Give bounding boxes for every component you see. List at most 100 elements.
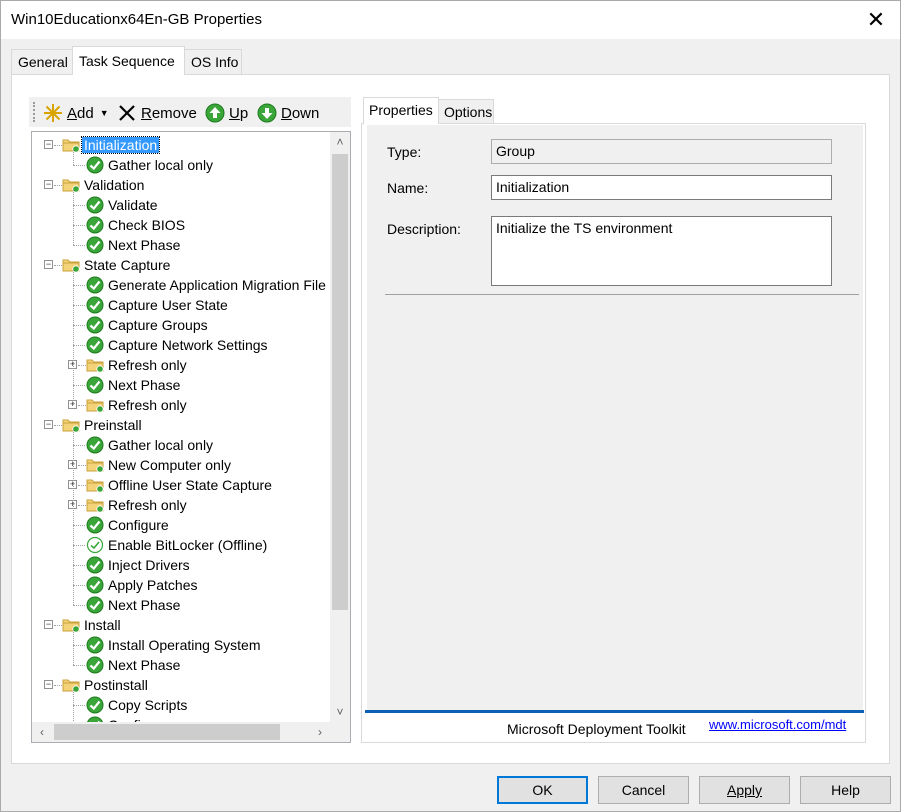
- tree-horizontal-scrollbar[interactable]: ‹ ›: [32, 722, 330, 742]
- scroll-right-icon[interactable]: ›: [310, 722, 330, 742]
- tree-step-item[interactable]: Validate: [86, 195, 160, 215]
- add-star-icon: [43, 103, 63, 123]
- tree-group-item[interactable]: New Computer only: [86, 455, 233, 475]
- tree-connector: [54, 425, 62, 426]
- tree-item-label: Inject Drivers: [108, 557, 190, 573]
- tree-step-item[interactable]: Capture User State: [86, 295, 230, 315]
- tree-item-label: Gather local only: [108, 157, 214, 173]
- collapse-toggle-icon[interactable]: −: [44, 620, 53, 629]
- collapse-toggle-icon[interactable]: −: [44, 420, 53, 429]
- apply-label: Apply: [726, 782, 763, 798]
- tree-step-item[interactable]: Configure: [86, 515, 171, 535]
- tree-step-item[interactable]: Generate Application Migration File: [86, 275, 328, 295]
- remove-button[interactable]: Remove: [117, 102, 197, 124]
- tree-item-label: Check BIOS: [108, 217, 186, 233]
- footer-link[interactable]: www.microsoft.com/mdt: [709, 717, 846, 732]
- tree-connector: [73, 445, 85, 446]
- tree-branch-line: [73, 190, 74, 245]
- tree-item-label: Next Phase: [108, 237, 181, 253]
- task-sequence-toolbar: Add ▼ Remove Up Down: [29, 97, 351, 127]
- tree-step-item[interactable]: Next Phase: [86, 655, 182, 675]
- collapse-toggle-icon[interactable]: −: [44, 180, 53, 189]
- folder-group-icon: [86, 478, 104, 493]
- tree-step-item[interactable]: Next Phase: [86, 375, 182, 395]
- tree-group-item[interactable]: Initialization: [62, 135, 161, 155]
- tree-step-item[interactable]: Gather local only: [86, 155, 215, 175]
- folder-group-icon: [62, 618, 80, 633]
- tree-branch-line: [73, 630, 74, 665]
- tree-connector: [73, 285, 85, 286]
- scroll-left-icon[interactable]: ‹: [32, 722, 52, 742]
- properties-area: [367, 125, 863, 711]
- tree-step-item[interactable]: Capture Network Settings: [86, 335, 270, 355]
- tree-step-item[interactable]: Install Operating System: [86, 635, 263, 655]
- tree-step-item[interactable]: Check BIOS: [86, 215, 187, 235]
- check-icon: [86, 296, 104, 314]
- tree-group-item[interactable]: Validation: [62, 175, 146, 195]
- tab-options[interactable]: Options: [438, 99, 494, 123]
- properties-dialog: Win10Educationx64En-GB Properties ✕ Gene…: [0, 0, 901, 812]
- tree-item-label: Generate Application Migration File: [108, 277, 326, 293]
- close-icon[interactable]: ✕: [858, 5, 894, 35]
- collapse-toggle-icon[interactable]: −: [44, 260, 53, 269]
- apply-button[interactable]: Apply: [699, 776, 790, 804]
- tree-connector: [54, 265, 62, 266]
- tree-connector: [73, 205, 85, 206]
- tree-step-item[interactable]: Capture Groups: [86, 315, 210, 335]
- tree-step-item[interactable]: Enable BitLocker (Offline): [86, 535, 269, 555]
- check-icon: [86, 576, 104, 594]
- tree-group-item[interactable]: Offline User State Capture: [86, 475, 274, 495]
- vertical-scroll-thumb[interactable]: [332, 154, 348, 610]
- tab-general[interactable]: General: [11, 49, 73, 74]
- tab-os-info[interactable]: OS Info: [184, 49, 242, 74]
- tree-item-label: Gather local only: [108, 437, 214, 453]
- add-label: dd: [77, 104, 94, 122]
- tree-item-label: Install Operating System: [108, 637, 261, 653]
- down-button[interactable]: Down: [257, 102, 319, 124]
- tree-item-label: Apply Patches: [108, 577, 198, 593]
- tree-item-label: Refresh only: [108, 497, 187, 513]
- check-icon: [86, 276, 104, 294]
- add-button[interactable]: Add ▼: [43, 102, 109, 124]
- ok-button[interactable]: OK: [497, 776, 588, 804]
- tree-group-item[interactable]: Postinstall: [62, 675, 150, 695]
- tree-vertical-scrollbar[interactable]: ˄ ˅: [330, 132, 350, 722]
- tree-item-label: Refresh only: [108, 397, 187, 413]
- tab-task-sequence[interactable]: Task Sequence: [72, 46, 185, 75]
- scroll-up-icon[interactable]: ˄: [330, 132, 350, 152]
- tree-step-item[interactable]: Inject Drivers: [86, 555, 192, 575]
- tree-step-item[interactable]: Next Phase: [86, 235, 182, 255]
- tree-group-item[interactable]: Refresh only: [86, 355, 189, 375]
- folder-group-icon: [62, 138, 80, 153]
- horizontal-scroll-thumb[interactable]: [54, 724, 280, 740]
- tree-step-item[interactable]: Gather local only: [86, 435, 215, 455]
- tree-group-item[interactable]: Refresh only: [86, 395, 189, 415]
- cancel-button[interactable]: Cancel: [598, 776, 689, 804]
- tree-step-item[interactable]: Configure: [86, 715, 171, 722]
- help-button[interactable]: Help: [800, 776, 891, 804]
- tree-connector: [73, 225, 85, 226]
- tree-connector: [78, 505, 86, 506]
- collapse-toggle-icon[interactable]: −: [44, 680, 53, 689]
- tree-step-item[interactable]: Copy Scripts: [86, 695, 189, 715]
- tab-properties[interactable]: Properties: [363, 97, 439, 124]
- tree-item-label: Next Phase: [108, 657, 181, 673]
- task-sequence-tree[interactable]: Initialization − Gather local only Validati…: [31, 131, 351, 743]
- check-icon: [86, 636, 104, 654]
- tree-branch-line: [73, 690, 74, 722]
- tree-step-item[interactable]: Apply Patches: [86, 575, 200, 595]
- description-input[interactable]: Initialize the TS environment: [491, 216, 832, 286]
- tree-step-item[interactable]: Next Phase: [86, 595, 182, 615]
- tree-group-item[interactable]: Install: [62, 615, 123, 635]
- tree-item-label: New Computer only: [108, 457, 231, 473]
- name-input[interactable]: Initialization: [491, 175, 832, 200]
- toolbar-grip[interactable]: [33, 102, 36, 122]
- collapse-toggle-icon[interactable]: −: [44, 140, 53, 149]
- tree-group-item[interactable]: Preinstall: [62, 415, 144, 435]
- scroll-down-icon[interactable]: ˅: [330, 702, 350, 722]
- tree-item-label: Enable BitLocker (Offline): [108, 537, 268, 553]
- tree-group-item[interactable]: Refresh only: [86, 495, 189, 515]
- up-button[interactable]: Up: [205, 102, 248, 124]
- tree-branch-line: [73, 150, 74, 165]
- tree-group-item[interactable]: State Capture: [62, 255, 172, 275]
